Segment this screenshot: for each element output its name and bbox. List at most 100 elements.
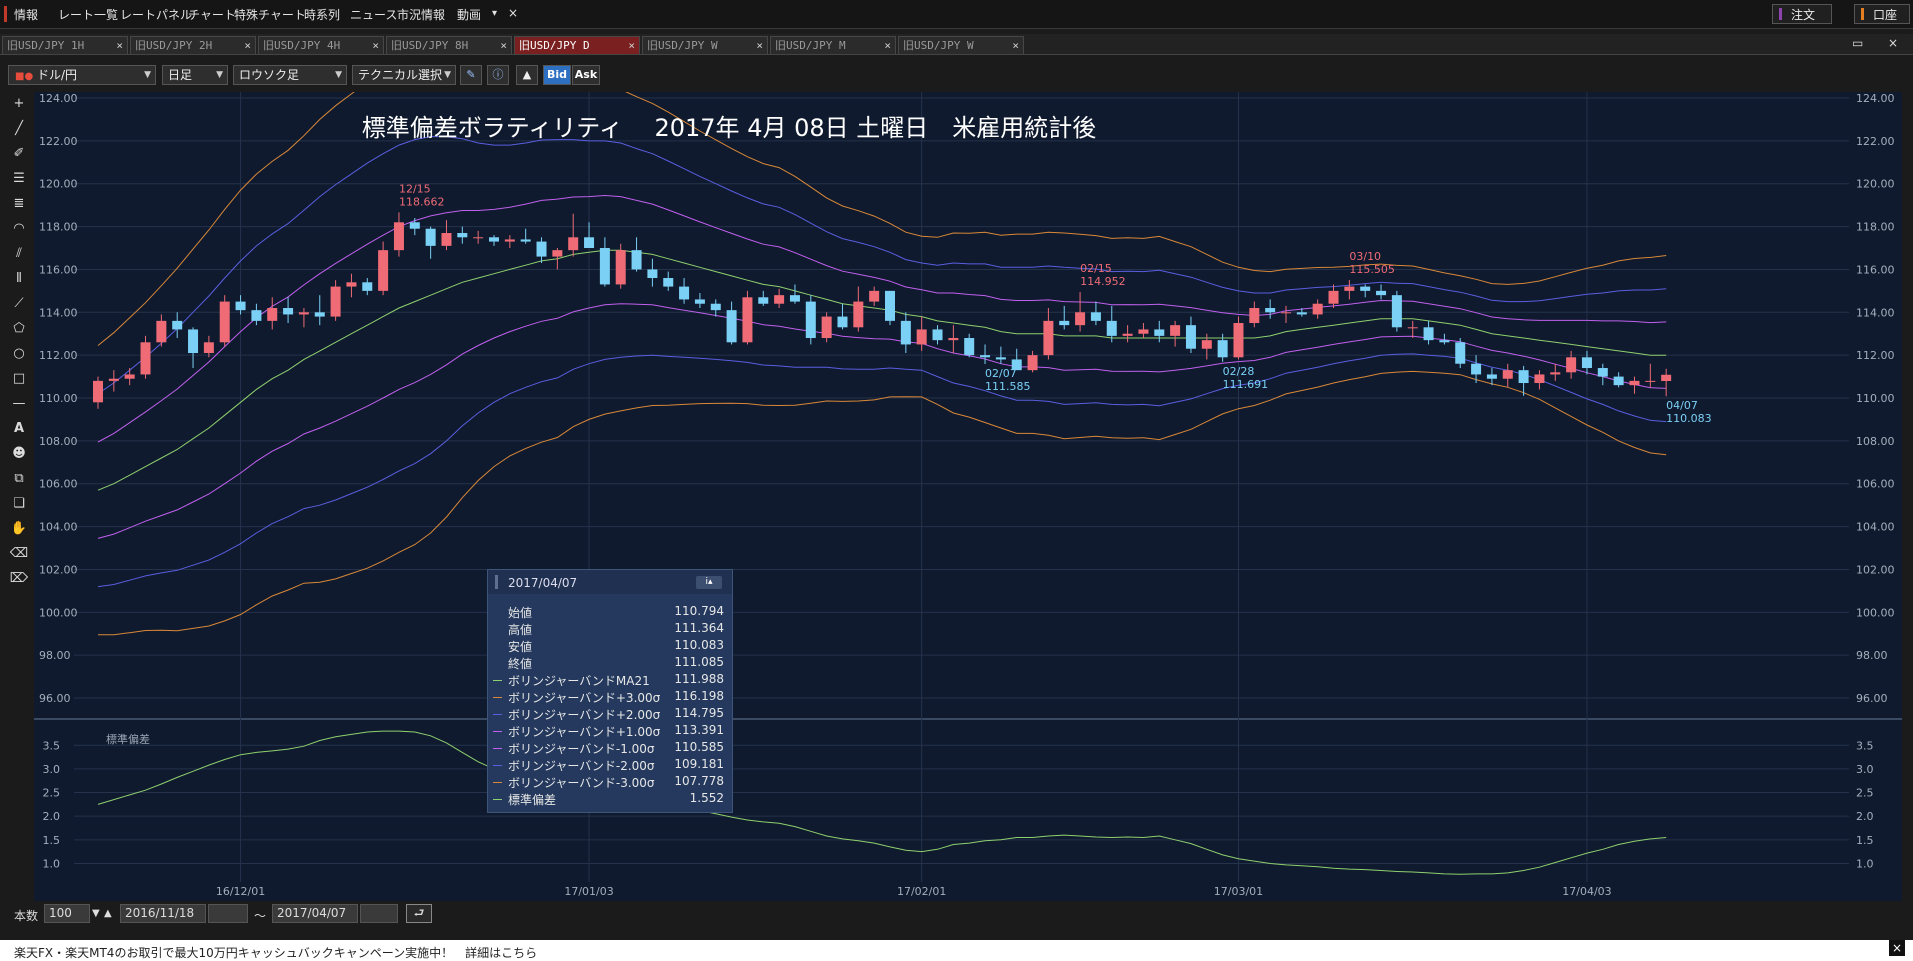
news-text[interactable]: 楽天FX・楽天MT4のお取引で最大10万円キャッシュバックキャンペーン実施中！ … bbox=[14, 944, 537, 961]
price-tick-left: 114.00 bbox=[39, 306, 78, 319]
menu-close-icon[interactable]: × bbox=[508, 6, 518, 20]
tab-close-icon[interactable]: × bbox=[372, 37, 379, 54]
candle-body bbox=[1534, 374, 1545, 384]
drag-handle[interactable] bbox=[495, 575, 498, 589]
area-chart-icon[interactable]: ▲ bbox=[516, 65, 538, 85]
tab-close-icon[interactable]: × bbox=[116, 37, 123, 54]
count-dropdown-icon[interactable]: ▼ bbox=[92, 908, 100, 919]
ohlc-info-panel[interactable]: 2017/04/07 i▴ 始値 110.794 高値 111.364 安値 110.… bbox=[487, 569, 733, 813]
menu-item-rate-list[interactable]: レート一覧 bbox=[58, 6, 118, 23]
tab-usdjpy-w2[interactable]: 旧USD/JPY W × bbox=[898, 36, 1024, 54]
hand-icon[interactable]: ✋ bbox=[8, 519, 30, 539]
pair-select[interactable]: ■● ドル/円 ▼ bbox=[8, 65, 156, 85]
info-row: 始値 110.794 bbox=[488, 604, 734, 621]
horizontal-lines-icon[interactable]: ☰ bbox=[8, 169, 30, 189]
account-button[interactable]: 口座 bbox=[1854, 4, 1910, 24]
tab-usdjpy-2h[interactable]: 旧USD/JPY 2H × bbox=[130, 36, 256, 54]
channel-icon[interactable]: ⫽ bbox=[8, 244, 30, 264]
menu-item-rate-panel[interactable]: レートパネル bbox=[120, 6, 192, 23]
candle-body bbox=[1518, 370, 1529, 384]
count-label: 本数 bbox=[14, 909, 39, 923]
tab-close-icon[interactable]: × bbox=[628, 37, 635, 54]
tab-close-icon[interactable]: × bbox=[756, 37, 763, 54]
start-date-input[interactable]: 2016/11/18 bbox=[120, 904, 206, 923]
eraser-all-icon[interactable]: ⌦ bbox=[8, 569, 30, 589]
news-close-icon[interactable]: × bbox=[1889, 940, 1905, 956]
order-button[interactable]: 注文 bbox=[1772, 4, 1832, 24]
chart-type-select[interactable]: ロウソク足 ▼ bbox=[233, 65, 347, 85]
news-ticker[interactable]: 楽天FX・楽天MT4のお取引で最大10万円キャッシュバックキャンペーン実施中！ … bbox=[0, 940, 1913, 961]
candle-body bbox=[140, 342, 151, 375]
tab-usdjpy-8h[interactable]: 旧USD/JPY 8H × bbox=[386, 36, 512, 54]
layers-icon[interactable]: ❏ bbox=[8, 494, 30, 514]
chart-tab-bar: 旧USD/JPY 1H × 旧USD/JPY 2H × 旧USD/JPY 4H × 旧… bbox=[0, 34, 1913, 55]
candle-body bbox=[251, 310, 262, 321]
menu-dropdown-icon[interactable]: ▾ bbox=[492, 8, 497, 19]
end-time-input[interactable] bbox=[360, 904, 398, 923]
candle-body bbox=[1201, 340, 1212, 349]
menu-item-info[interactable]: 情報 bbox=[14, 6, 38, 23]
window-close-icon[interactable]: × bbox=[1888, 36, 1898, 50]
menu-item-chart[interactable]: チャート bbox=[188, 6, 236, 23]
candle-body bbox=[1233, 323, 1244, 358]
tab-close-icon[interactable]: × bbox=[884, 37, 891, 54]
count-up-icon[interactable]: ▲ bbox=[104, 908, 112, 919]
text-icon[interactable]: A bbox=[8, 419, 30, 439]
menu-item-time-series[interactable]: 時系列 bbox=[304, 6, 340, 23]
timeframe-select[interactable]: 日足 ▼ bbox=[162, 65, 228, 85]
candle-body bbox=[647, 269, 658, 279]
legend-swatch bbox=[493, 680, 502, 681]
tab-usdjpy-4h[interactable]: 旧USD/JPY 4H × bbox=[258, 36, 384, 54]
smiley-icon[interactable]: ☻ bbox=[8, 444, 30, 464]
menu-item-video[interactable]: 動画 bbox=[457, 6, 481, 23]
tab-close-icon[interactable]: × bbox=[244, 37, 251, 54]
tab-usdjpy-1h[interactable]: 旧USD/JPY 1H × bbox=[2, 36, 128, 54]
candle-body bbox=[393, 222, 404, 251]
copy-icon[interactable]: ⧉ bbox=[8, 469, 30, 489]
technical-select[interactable]: テクニカル選択 ▼ bbox=[352, 65, 456, 85]
info-icon[interactable]: ⓘ bbox=[487, 65, 509, 85]
eraser-icon[interactable]: ⌫ bbox=[8, 544, 30, 564]
price-tick-left: 118.00 bbox=[39, 221, 78, 234]
menu-item-news[interactable]: ニュース bbox=[350, 6, 397, 23]
hline-icon[interactable]: — bbox=[8, 394, 30, 414]
candle-body bbox=[1391, 295, 1402, 328]
vertical-lines-icon[interactable]: ⦀ bbox=[8, 269, 30, 289]
tab-usdjpy-d[interactable]: 旧USD/JPY D × bbox=[514, 36, 640, 54]
tab-close-icon[interactable]: × bbox=[500, 37, 507, 54]
pitchfork-icon[interactable]: ⟋ bbox=[8, 294, 30, 314]
account-button-label: 口座 bbox=[1873, 8, 1898, 22]
info-value: 113.391 bbox=[674, 723, 724, 737]
price-tick-right: 106.00 bbox=[1856, 478, 1895, 491]
end-date-input[interactable]: 2017/04/07 bbox=[272, 904, 358, 923]
menu-item-special-chart[interactable]: 特殊チャート bbox=[234, 6, 306, 23]
sub-tick-left: 3.0 bbox=[43, 763, 61, 776]
info-panel-header[interactable]: 2017/04/07 i▴ bbox=[488, 570, 732, 594]
chart-area[interactable]: 12/15 118.662 02/15 114.952 03/10 115.505 02/0… bbox=[34, 56, 1902, 901]
candle-body bbox=[441, 233, 452, 246]
tab-label: 旧USD/JPY D bbox=[519, 39, 590, 52]
ruler-icon[interactable]: ✐ bbox=[8, 144, 30, 164]
maximize-icon[interactable]: ▭ bbox=[1852, 36, 1863, 50]
start-time-input[interactable] bbox=[208, 904, 248, 923]
tab-usdjpy-w[interactable]: 旧USD/JPY W × bbox=[642, 36, 768, 54]
ask-button[interactable]: Ask bbox=[572, 65, 600, 85]
crosshair-icon[interactable]: + bbox=[8, 94, 30, 114]
rectangle-icon[interactable]: □ bbox=[8, 369, 30, 389]
tab-label: 旧USD/JPY 4H bbox=[263, 39, 341, 52]
pentagon-icon[interactable]: ⬠ bbox=[8, 319, 30, 339]
menu-item-market-info[interactable]: 市況情報 bbox=[397, 6, 445, 23]
candle-body bbox=[1471, 363, 1482, 375]
circle-icon[interactable]: ○ bbox=[8, 344, 30, 364]
info-label: ボリンジャーバンド-2.00σ bbox=[508, 759, 655, 773]
bid-button[interactable]: Bid bbox=[543, 65, 571, 85]
fibonacci-icon[interactable]: ≣ bbox=[8, 194, 30, 214]
tab-close-icon[interactable]: × bbox=[1012, 37, 1019, 54]
info-collapse-icon[interactable]: i▴ bbox=[696, 576, 722, 589]
count-input[interactable]: 100 bbox=[44, 904, 90, 923]
pen-icon[interactable]: ✎ bbox=[460, 65, 482, 85]
tab-usdjpy-m[interactable]: 旧USD/JPY M × bbox=[770, 36, 896, 54]
trendline-icon[interactable]: ╱ bbox=[8, 119, 30, 139]
return-icon[interactable]: ⮐ bbox=[406, 904, 432, 923]
fan-icon[interactable]: ◠ bbox=[8, 219, 30, 239]
